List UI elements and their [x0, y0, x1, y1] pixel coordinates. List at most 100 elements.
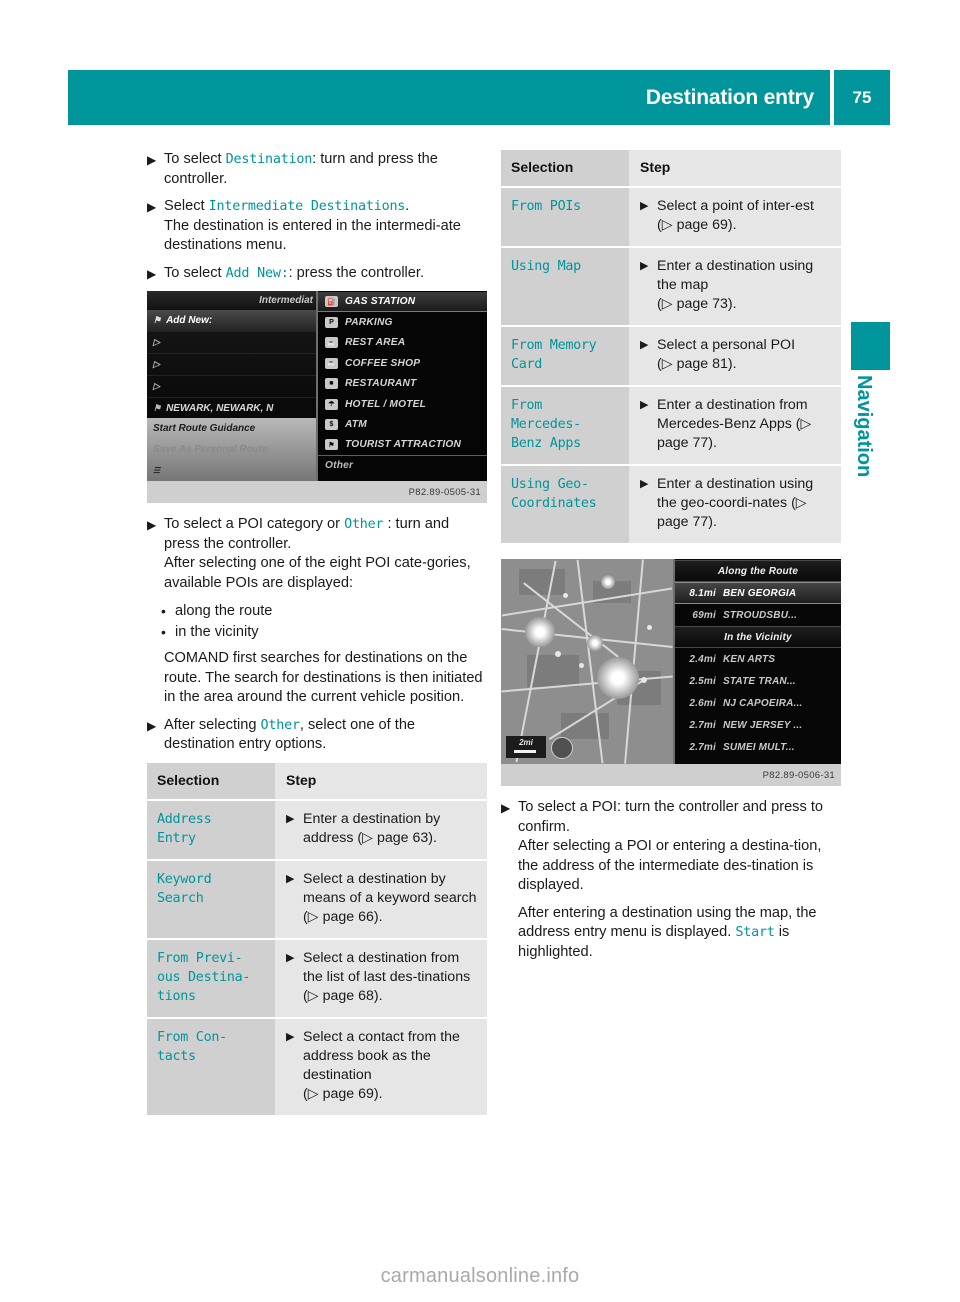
ui-token-keyword-search: Keyword Search: [157, 871, 212, 906]
restaurant-icon: ■: [325, 378, 338, 390]
table-row: Using Map ▶ Enter a destination using the…: [501, 248, 841, 325]
poi-list-header-in-vicinity: In the Vicinity: [675, 626, 841, 648]
poi-category-rest-area: ☕ REST AREA: [318, 333, 487, 353]
poi-category-label: HOTEL / MOTEL: [345, 398, 427, 410]
comand-menu-footer: Start Route Guidance Save As Personal Ro…: [147, 418, 316, 481]
step-marker-icon: ▶: [640, 339, 649, 351]
flag-outline-icon: ▷: [153, 359, 160, 369]
hotel-icon: ☂: [325, 398, 338, 410]
table-cell-selection: From POIs: [501, 188, 629, 246]
table-header-label: Step: [286, 771, 317, 788]
poi-category-coffee-shop: ☕ COFFEE SHOP: [318, 353, 487, 373]
table-cell-selection: Keyword Search: [147, 860, 275, 938]
comand-menu-row-label: NEWARK, NEWARK, N: [166, 403, 274, 414]
comand-screenshot: Intermediat ⚑ Add New: ▷ ▷ ▷ ⚑ NEWARK, N…: [147, 291, 487, 481]
poi-list-item: 2.7mi SUMEI MULT...: [675, 736, 841, 758]
section-tab-label: Navigation: [853, 375, 875, 478]
poi-list-item-selected: 8.1mi BEN GEORGIA: [675, 582, 841, 604]
page-header: Destination entry 75: [68, 70, 890, 125]
ui-token-add-new: Add New:: [225, 265, 289, 281]
site-watermark: carmanualsonline.info: [380, 1265, 580, 1287]
left-column: ▶ To select Destination: turn and press …: [147, 150, 487, 1115]
comand-menu-title: Intermediat: [147, 291, 316, 310]
poi-list-item: 2.5mi STATE TRAN...: [675, 670, 841, 692]
step-marker-icon: ▶: [147, 153, 157, 167]
header-title-bar: Destination entry: [68, 70, 830, 125]
poi-name: NEW JERSEY ...: [723, 719, 803, 731]
ui-token-from-memory-card: From Memory Card: [511, 338, 597, 372]
table-cell-step: ▶ Select a contact from the address book …: [275, 1018, 487, 1115]
poi-name: BEN GEORGIA: [723, 587, 797, 599]
poi-list-item: 2.4mi KEN ARTS: [675, 648, 841, 670]
comand-start-route-guidance: Start Route Guidance: [153, 423, 256, 434]
table-row: From POIs ▶ Select a point of inter-est (…: [501, 188, 841, 246]
ui-token-intermediate-destinations: Intermediate Destinations: [208, 199, 406, 214]
list-item-label: along the route: [175, 603, 273, 619]
table-cell-selection: From Memory Card: [501, 327, 629, 385]
figure-caption: P82.89-0505-31: [147, 481, 487, 503]
section-tab-marker: [851, 322, 890, 370]
poi-list-header-along-route: Along the Route: [675, 560, 841, 582]
poi-distance: 2.4mi: [689, 653, 716, 665]
comand-menu-row-empty: ▷: [147, 376, 316, 398]
comand-menu-row-empty: ▷: [147, 332, 316, 354]
step-marker-icon: ▶: [147, 518, 157, 532]
rest-area-icon: ☕: [325, 337, 338, 349]
list-item: • along the route: [147, 601, 487, 622]
instruction-after-selecting-other: ▶ After selecting Other, select one of t…: [147, 716, 487, 755]
step-text: After selecting Other, select one of the…: [164, 716, 416, 753]
step-text: Select Intermediate Destinations. The de…: [164, 198, 461, 253]
poi-category-hotel-motel: ☂ HOTEL / MOTEL: [318, 394, 487, 414]
list-item-label: in the vicinity: [175, 624, 259, 640]
step-text: To select a POI: turn the controller and…: [518, 799, 823, 893]
step-marker-icon: ▶: [286, 812, 295, 825]
poi-name: KEN ARTS: [723, 653, 776, 665]
comand-search-paragraph: COMAND first searches for destinations o…: [164, 650, 483, 705]
table-header-step: Step: [275, 762, 487, 799]
poi-name: STATE TRAN...: [723, 675, 796, 687]
follow-text: The destination is entered in the interm…: [164, 217, 461, 254]
table-cell-step: ▶ Select a point of inter-est (▷ page 69)…: [629, 188, 841, 246]
step-main-text: To select a POI: turn the controller and…: [518, 799, 824, 835]
instruction-select-intermediate: ▶ Select Intermediate Destinations. The …: [147, 197, 487, 256]
table-row: Keyword Search ▶ Select a destination by m…: [147, 860, 487, 938]
ui-token-other: Other: [260, 717, 301, 733]
comand-back-icon: ☰: [153, 466, 161, 475]
poi-category-label: TOURIST ATTRACTION: [345, 439, 462, 451]
comand-menu-row-label: Add New:: [166, 315, 213, 326]
poi-distance: 2.7mi: [689, 741, 716, 753]
map-poi-list: Along the Route 8.1mi BEN GEORGIA 69mi S…: [673, 559, 841, 764]
bullet-dot-icon: •: [161, 624, 166, 640]
table-cell-step: ▶ Enter a destination from Mercedes-Benz …: [629, 387, 841, 464]
table-cell-step: ▶ Enter a destination using the geo-coord…: [629, 466, 841, 543]
step-marker-icon: ▶: [286, 951, 295, 964]
poi-category-label: GAS STATION: [345, 296, 416, 308]
table-cell-step: ▶ Enter a destination using the map (▷ pag…: [629, 248, 841, 325]
ui-token-from-contacts: From Con‑ tacts: [157, 1029, 227, 1064]
table-cell-selection: Using Geo‑ Coordinates: [501, 466, 629, 543]
comand-save-as-personal-route: Save As Personal Route: [153, 444, 268, 455]
instruction-select-poi: ▶ To select a POI: turn the controller a…: [501, 798, 841, 896]
table-header-step: Step: [629, 150, 841, 186]
table-row: Using Geo‑ Coordinates ▶ Enter a destinati…: [501, 466, 841, 543]
table-cell-step: ▶ Select a personal POI (▷ page 81).: [629, 327, 841, 385]
destination-entry-options-table-right: Selection Step From POIs ▶ Select a point…: [501, 150, 841, 543]
table-cell-selection: From Previ‑ ous Destina‑ tions: [147, 939, 275, 1017]
table-step-text: Select a personal POI (▷ page 81).: [657, 337, 796, 372]
figure-map-poi-list: 2mi Along the Route 8.1mi BEN GEORGIA 69…: [501, 559, 841, 786]
step-marker-icon: ▶: [147, 200, 157, 214]
map-entry-paragraph: After entering a destination using the m…: [501, 904, 841, 963]
poi-category-label: RESTAURANT: [345, 378, 417, 390]
flag-icon: ⚑: [153, 403, 162, 413]
ui-token-start: Start: [735, 925, 775, 940]
step-marker-icon: ▶: [640, 478, 649, 490]
follow-text: After selecting a POI or entering a dest…: [518, 838, 822, 893]
coffee-shop-icon: ☕: [325, 357, 338, 369]
ui-token-address-entry: Address Entry: [157, 811, 212, 846]
table-step-text: Enter a destination using the geo-coordi…: [657, 476, 814, 530]
table-step-text: Select a contact from the address book a…: [303, 1028, 460, 1102]
page-title: Destination entry: [645, 85, 814, 109]
poi-availability-list: • along the route • in the vicinity: [147, 601, 487, 643]
table-cell-step: ▶ Enter a destination by address (▷ page …: [275, 800, 487, 859]
table-cell-selection: Using Map: [501, 248, 629, 325]
